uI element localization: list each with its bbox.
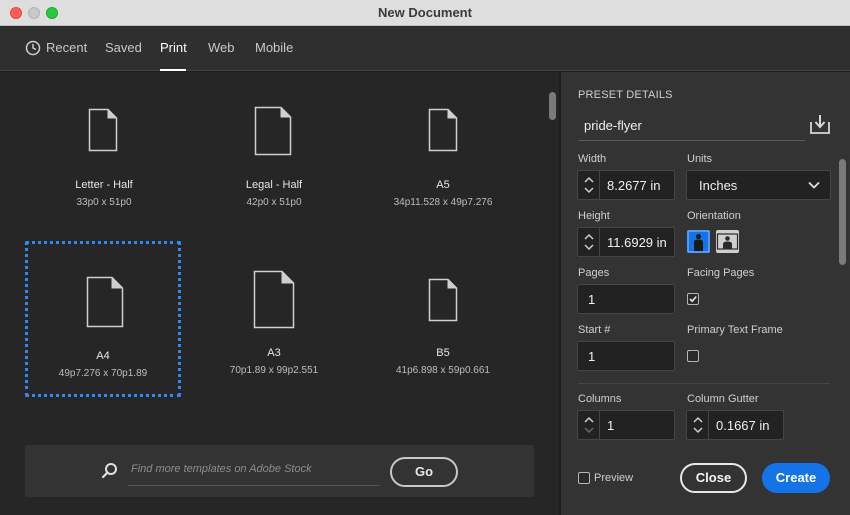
- stepper-arrows[interactable]: [578, 411, 600, 439]
- document-icon: [86, 276, 124, 328]
- primary-text-frame-label: Primary Text Frame: [687, 324, 783, 336]
- preset-size: 33p0 x 51p0: [76, 197, 132, 208]
- height-value: 11.6929 in: [607, 235, 667, 250]
- preset-name: A3: [267, 347, 281, 359]
- preview-label: Preview: [594, 472, 634, 484]
- stepper-arrows[interactable]: [578, 228, 600, 256]
- preset-name: B5: [436, 347, 450, 359]
- preset-tile-b5[interactable]: B5 41p6.898 x 59p0.661: [365, 241, 521, 397]
- columns-value: 1: [607, 418, 615, 433]
- title-bar: New Document: [0, 0, 850, 26]
- column-gutter-label: Column Gutter: [687, 393, 759, 405]
- column-gutter-stepper[interactable]: 0.1667 in: [686, 410, 784, 440]
- preset-tile-a4[interactable]: A4 49p7.276 x 70p1.89: [25, 241, 181, 397]
- preset-size: 70p1.89 x 99p2.551: [229, 365, 319, 376]
- preset-size: 41p6.898 x 59p0.661: [396, 365, 490, 376]
- facing-pages-label: Facing Pages: [687, 267, 755, 279]
- window-title: New Document: [378, 5, 472, 20]
- preset-size: 34p11.528 x 49p7.276: [393, 197, 493, 208]
- preset-name: Letter - Half: [75, 179, 133, 191]
- preset-size: 42p0 x 51p0: [246, 197, 302, 208]
- document-icon: [88, 108, 118, 152]
- units-label: Units: [687, 153, 713, 165]
- landscape-orientation-button[interactable]: [716, 230, 739, 253]
- search-icon: [101, 463, 117, 479]
- document-icon: [253, 270, 295, 329]
- start-number-value: 1: [588, 349, 596, 364]
- pages-value: 1: [588, 292, 596, 307]
- pages-input[interactable]: 1: [577, 284, 675, 314]
- preset-name-input[interactable]: pride-flyer: [584, 118, 642, 133]
- portrait-icon: [687, 230, 710, 253]
- primary-text-frame-checkbox[interactable]: [687, 350, 699, 362]
- columns-stepper[interactable]: 1: [577, 410, 675, 440]
- width-value: 8.2677 in: [607, 178, 661, 193]
- search-underline: [128, 485, 380, 486]
- preset-tile-a5[interactable]: A5 34p11.528 x 49p7.276: [365, 88, 521, 244]
- preview-checkbox[interactable]: [578, 472, 590, 484]
- close-button[interactable]: Close: [680, 463, 747, 493]
- chevron-down-icon: [808, 181, 820, 189]
- tab-web[interactable]: Web: [208, 40, 235, 55]
- preset-tile-a3[interactable]: A3 70p1.89 x 99p2.551: [196, 241, 352, 397]
- preset-tile-letter-half[interactable]: Letter - Half 33p0 x 51p0: [26, 88, 182, 244]
- tab-mobile[interactable]: Mobile: [255, 40, 293, 55]
- create-button[interactable]: Create: [762, 463, 830, 493]
- preset-grid-scrollbar[interactable]: [549, 92, 556, 120]
- width-stepper[interactable]: 8.2677 in: [577, 170, 675, 200]
- start-number-input[interactable]: 1: [577, 341, 675, 371]
- tab-print[interactable]: Print: [160, 40, 187, 55]
- details-scrollbar[interactable]: [839, 159, 846, 265]
- active-tab-indicator: [160, 69, 186, 71]
- column-gutter-value: 0.1667 in: [716, 418, 770, 433]
- height-stepper[interactable]: 11.6929 in: [577, 227, 675, 257]
- stepper-updown-icon: [584, 176, 594, 194]
- document-icon: [428, 278, 458, 322]
- orientation-label: Orientation: [687, 210, 741, 222]
- checkmark-icon: [689, 296, 697, 303]
- stepper-updown-icon: [584, 233, 594, 251]
- preset-name: Legal - Half: [245, 179, 303, 191]
- clock-icon: [25, 40, 41, 56]
- section-divider: [578, 383, 830, 384]
- pages-label: Pages: [578, 267, 610, 279]
- width-label: Width: [578, 153, 607, 165]
- preset-tile-legal-half[interactable]: Legal - Half 42p0 x 51p0: [196, 88, 352, 244]
- go-button[interactable]: Go: [390, 457, 458, 487]
- document-icon: [254, 106, 292, 156]
- stepper-updown-icon: [693, 416, 703, 434]
- stepper-arrows[interactable]: [578, 171, 600, 199]
- tab-recent[interactable]: Recent: [46, 40, 87, 55]
- landscape-icon: [716, 233, 739, 250]
- preset-name: A5: [436, 179, 450, 191]
- portrait-orientation-button[interactable]: [687, 230, 710, 253]
- category-tabs: Recent Saved Print Web Mobile: [0, 26, 850, 71]
- document-icon: [428, 108, 458, 152]
- stepper-arrows[interactable]: [687, 411, 709, 439]
- units-value: Inches: [699, 178, 738, 193]
- stock-search-input[interactable]: Find more templates on Adobe Stock: [131, 463, 312, 475]
- stepper-updown-icon: [584, 416, 594, 434]
- height-label: Height: [578, 210, 610, 222]
- facing-pages-checkbox[interactable]: [687, 293, 699, 305]
- start-number-label: Start #: [578, 324, 611, 336]
- units-dropdown[interactable]: Inches: [686, 170, 831, 200]
- preset-details-heading: PRESET DETAILS: [578, 89, 673, 101]
- preset-size: 49p7.276 x 70p1.89: [58, 368, 148, 379]
- preset-name: A4: [96, 350, 110, 362]
- save-preset-icon[interactable]: [809, 113, 831, 135]
- columns-label: Columns: [578, 393, 622, 405]
- preset-name-underline: [578, 140, 805, 141]
- tab-saved[interactable]: Saved: [105, 40, 142, 55]
